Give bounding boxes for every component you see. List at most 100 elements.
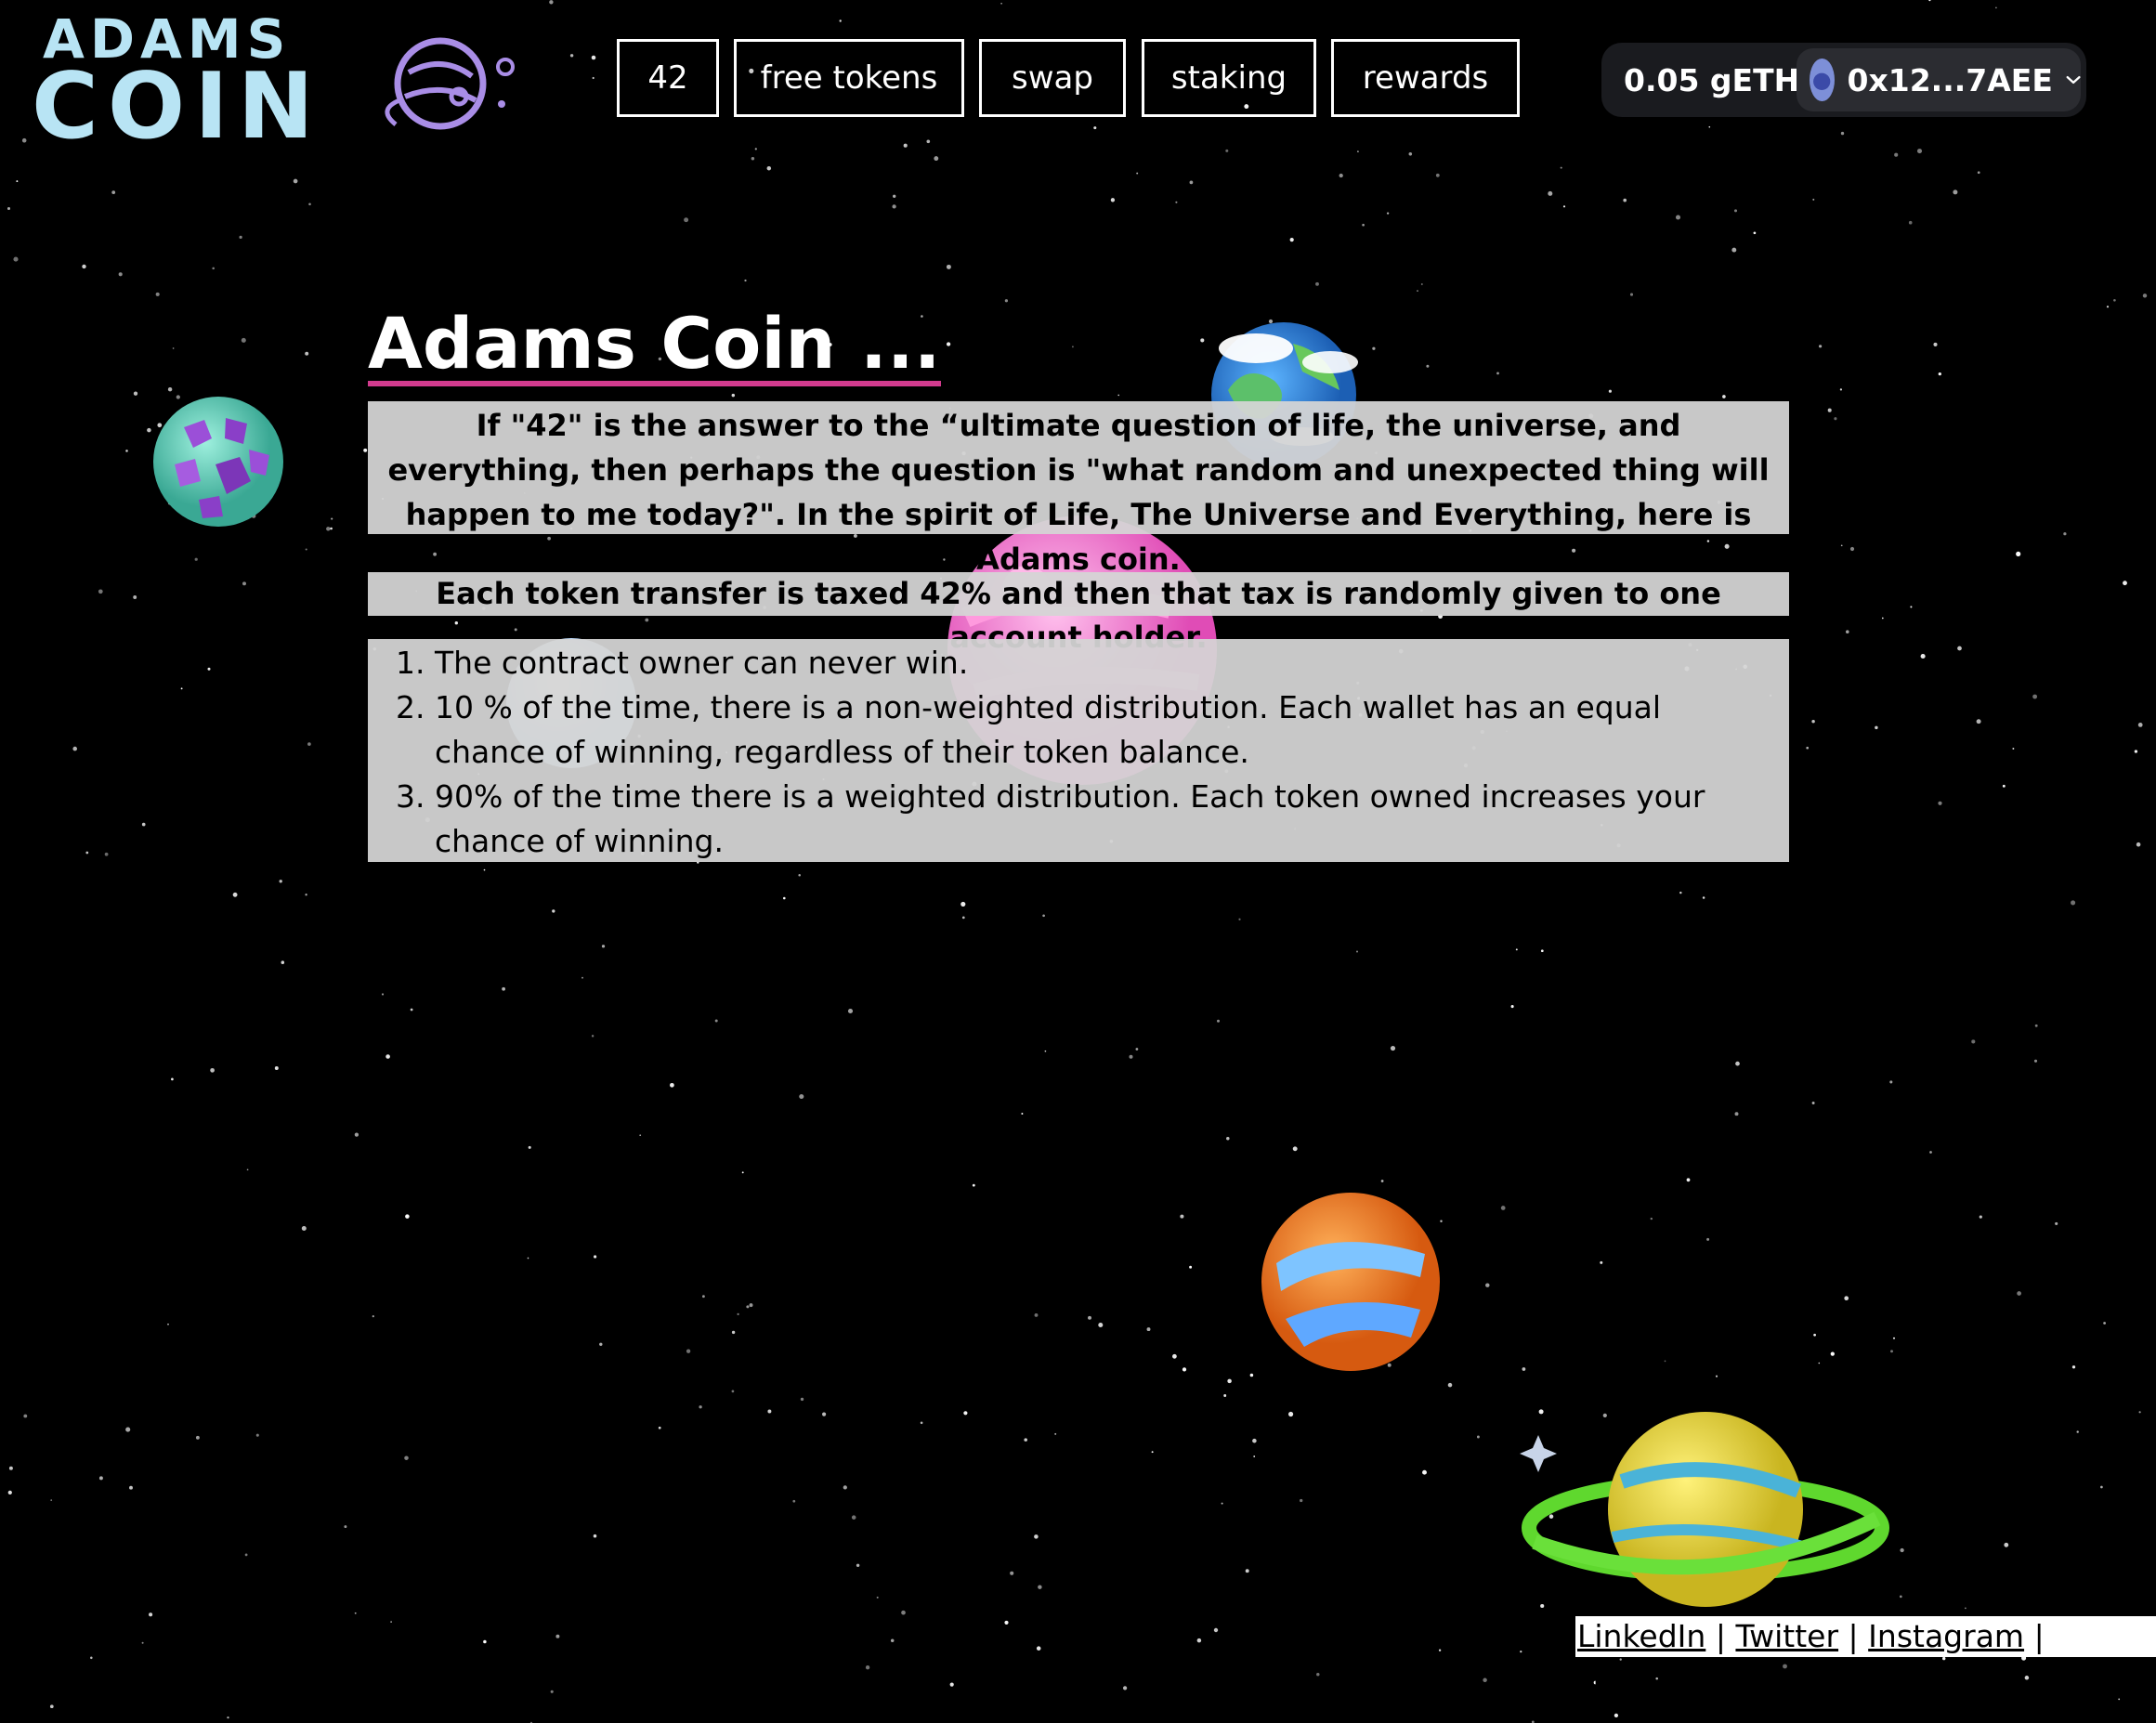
star [1892,1337,1896,1339]
star [1288,1411,1294,1417]
star [227,1716,229,1719]
star [1977,171,1980,175]
nav-swap-button[interactable]: swap [979,39,1126,117]
star [502,986,505,991]
star [2138,1411,2141,1414]
star [901,1610,906,1615]
star [1136,172,1139,175]
star [141,822,146,827]
star [326,527,331,531]
star [972,1183,975,1187]
star [1965,1607,1967,1610]
star [1889,1080,1893,1084]
wallet-balance[interactable]: 0.05 gETH [1624,43,1799,117]
star [2032,694,2038,699]
star [381,993,385,996]
star [1920,653,1926,659]
star [1196,1638,1202,1643]
star [1426,364,1430,368]
star [141,1641,144,1644]
star [1881,617,1884,620]
star [1844,1296,1849,1301]
ringed-planet-icon [1520,1412,1889,1607]
wallet-account-button[interactable]: ● 0x12...7AEE [1797,48,2081,111]
star [16,180,19,183]
chevron-down-icon [2066,75,2081,85]
star [1316,1672,1320,1677]
star [1054,1432,1057,1435]
star [731,1330,736,1335]
star [274,1066,279,1070]
star [1722,395,1726,398]
star [2012,748,2015,750]
linkedin-link[interactable]: LinkedIn [1577,1618,1705,1654]
star [241,337,246,343]
star [1548,190,1553,196]
star [1522,1367,1526,1371]
star [934,156,939,162]
star [701,1295,705,1299]
github-link[interactable]: GitHub [1577,1659,1683,1695]
star [1834,417,1837,421]
star [1623,198,1627,202]
star [1093,126,1097,130]
star [171,1077,174,1081]
star [1515,948,1518,951]
star [404,1455,409,1460]
star [307,742,311,746]
star [1088,1315,1091,1320]
star [305,548,307,551]
star [1753,231,1757,235]
star [180,687,183,690]
star [1928,0,1931,2]
star [1708,125,1711,128]
star [1390,1046,1396,1051]
star [1438,1649,1442,1651]
star [591,1035,595,1038]
instagram-link[interactable]: Instagram [1868,1618,2024,1654]
star [1225,149,1229,152]
star [2004,1542,2009,1547]
site-logo[interactable]: ADAMS COIN [32,7,515,152]
star [1238,918,1241,920]
nav-rewards-button[interactable]: rewards [1331,39,1520,117]
star [194,557,198,561]
star [2137,723,2143,727]
planet-orbit-icon [385,37,515,130]
star [1916,149,1923,154]
star [547,536,551,541]
star [890,1638,895,1642]
nav-42-button[interactable]: 42 [617,39,719,117]
star [1189,1265,1193,1269]
star [2106,306,2110,308]
nav-staking-button[interactable]: staking [1142,39,1316,117]
star [514,628,517,632]
star [167,1323,169,1325]
star [1253,1455,1256,1457]
logo-text-coin: COIN [32,54,323,160]
star [1408,152,1413,156]
star [246,1168,249,1171]
star [960,901,966,907]
star [1189,180,1194,185]
star [1000,2,1002,5]
star [1971,1039,1976,1044]
star [212,267,215,270]
star [2063,532,2067,536]
star [1300,1498,1303,1503]
star [2002,784,2006,788]
star [1010,1571,1014,1575]
star [767,1409,772,1414]
star [800,1397,804,1402]
star [1485,1283,1490,1287]
nav-free-tokens-button[interactable]: free tokens [734,39,964,117]
star [1899,1595,1902,1599]
star [843,1485,847,1490]
star [1122,1686,1128,1690]
star [1560,166,1562,169]
star [892,204,896,209]
star [125,1427,131,1432]
star [1846,630,1849,633]
twitter-link[interactable]: Twitter [1735,1618,1838,1654]
star [232,892,238,897]
